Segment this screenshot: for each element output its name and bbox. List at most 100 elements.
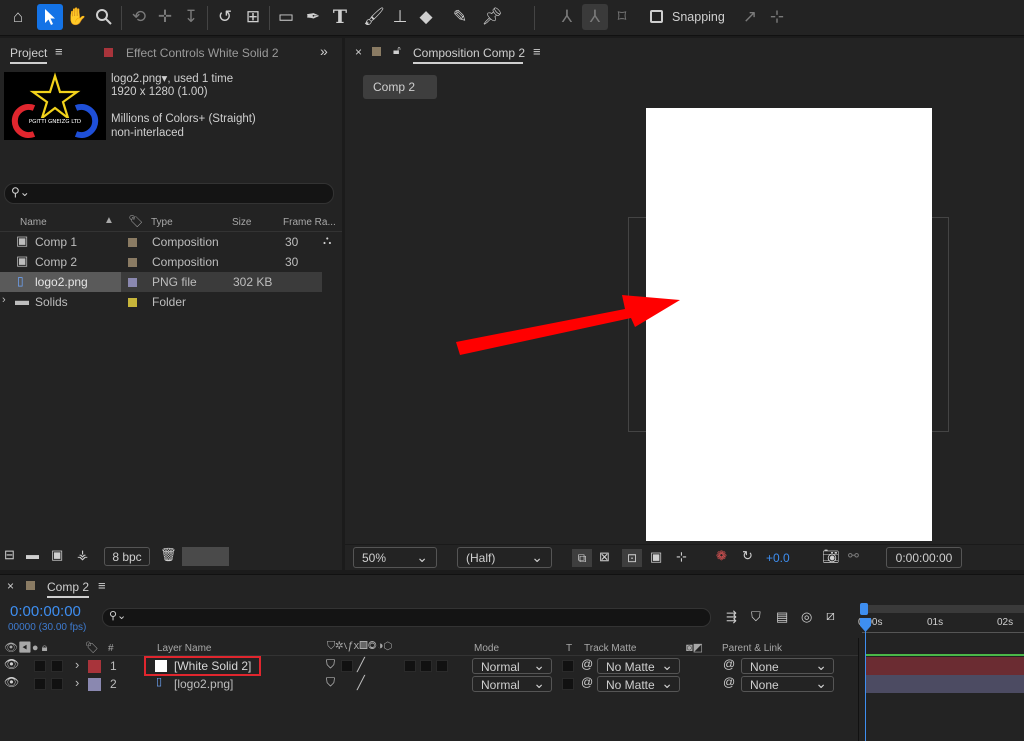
region-of-interest-icon[interactable]: ▣ — [650, 550, 662, 563]
layer-name[interactable]: [logo2.png] — [174, 677, 233, 691]
disclosure-chevron-icon[interactable]: › — [75, 657, 79, 672]
snap-expand-icon[interactable]: ↗ — [737, 4, 763, 30]
project-search-input[interactable]: ⚲⌄ — [4, 183, 334, 204]
work-area-bar[interactable] — [862, 605, 1024, 613]
timeline-search-input[interactable]: ⚲⌄ — [102, 608, 711, 627]
snapping-checkbox[interactable] — [650, 10, 663, 23]
column-type[interactable]: Type — [151, 217, 173, 228]
layer-label-swatch[interactable] — [88, 678, 101, 691]
collapse-switch[interactable] — [341, 660, 353, 672]
header-t[interactable]: T — [566, 643, 572, 654]
tab-timeline-comp[interactable]: Comp 2 — [47, 580, 89, 594]
parent-dropdown[interactable]: None ⌄ — [741, 675, 834, 692]
axis-view-icon[interactable]: ⌑ — [609, 4, 635, 30]
3d-layer-switch[interactable] — [436, 660, 448, 672]
pen-icon[interactable]: ✒ — [300, 4, 326, 30]
current-timecode[interactable]: 0:00:00:00 — [10, 603, 81, 620]
track-matte-dropdown[interactable]: No Matte ⌄ — [597, 675, 680, 692]
header-number[interactable]: # — [108, 643, 114, 654]
header-track-matte[interactable]: Track Matte — [584, 643, 636, 654]
lock-icon[interactable]: 🔓︎ — [393, 44, 401, 56]
dolly-camera-icon[interactable]: ↧ — [178, 4, 204, 30]
work-area-start-handle[interactable] — [860, 603, 868, 615]
eye-icon[interactable]: 👁︎ — [4, 676, 19, 688]
frame-blending-icon[interactable]: ▤ — [776, 610, 788, 623]
panel-menu-icon[interactable]: ≡ — [533, 45, 541, 58]
layer-mode-dropdown[interactable]: Normal ⌄ — [472, 675, 552, 692]
clone-stamp-icon[interactable]: ⊥ — [387, 4, 413, 30]
preserve-transparency-toggle[interactable] — [562, 660, 574, 672]
grid-guides-icon[interactable]: ⊹ — [676, 550, 687, 563]
layer-row-1[interactable]: 👁︎ › 1 [White Solid 2] ⛉ ╱ Normal ⌄ @ No … — [0, 656, 858, 676]
eraser-icon[interactable]: ◆ — [413, 4, 439, 30]
home-icon[interactable]: ⌂ — [5, 4, 31, 30]
column-name[interactable]: Name — [20, 217, 47, 228]
eye-icon[interactable]: 👁︎ — [4, 658, 19, 670]
motion-blur-icon[interactable]: ◎ — [801, 610, 812, 623]
preserve-transparency-toggle[interactable] — [562, 678, 574, 690]
hand-icon[interactable]: ✋ — [64, 4, 90, 30]
tab-project[interactable]: Project — [10, 46, 47, 60]
header-layer-name[interactable]: Layer Name — [157, 643, 211, 654]
lock-toggle[interactable] — [51, 678, 63, 690]
text-icon[interactable]: T — [327, 4, 353, 30]
new-composition-icon[interactable]: ▣ — [51, 548, 63, 561]
snapshot-camera-icon[interactable]: 📷︎ — [822, 549, 840, 563]
show-snapshot-icon[interactable]: ⚯ — [848, 549, 859, 562]
layer-label-swatch[interactable] — [88, 660, 101, 673]
comp-breadcrumb-button[interactable]: Comp 2 — [363, 75, 437, 99]
label-tag-icon[interactable]: 🏷︎ — [128, 214, 143, 228]
tab-effect-controls[interactable]: Effect Controls White Solid 2 — [126, 46, 279, 60]
resolution-dropdown[interactable]: (Half) ⌄ — [457, 547, 552, 568]
adjust-settings-icon[interactable]: ⚶ — [77, 548, 88, 561]
anchor-point-icon[interactable]: ⊞ — [240, 4, 266, 30]
quality-switch-icon[interactable]: ╱ — [357, 657, 365, 673]
project-item-solids[interactable]: › ▬ Solids Folder — [0, 292, 322, 312]
interpret-footage-icon[interactable]: ⊟ — [4, 548, 15, 561]
layer-name[interactable]: [White Solid 2] — [174, 659, 251, 673]
viewer-timecode[interactable]: 0:00:00:00 — [886, 547, 962, 568]
transparency-grid-icon[interactable]: ⊠ — [599, 550, 610, 563]
project-item-comp-2[interactable]: ▣ Comp 2 Composition 30 — [0, 252, 322, 272]
tab-composition[interactable]: Composition Comp 2 — [413, 46, 525, 60]
column-size[interactable]: Size — [232, 217, 251, 228]
new-folder-icon[interactable]: ▬ — [26, 548, 39, 561]
shy-switch-icon[interactable]: ⛉ — [326, 658, 335, 670]
selection-arrow-icon[interactable] — [37, 4, 63, 30]
parent-pickwhip-icon[interactable]: @ — [723, 658, 735, 670]
solo-toggle[interactable] — [34, 660, 46, 672]
layer-1-duration-bar[interactable] — [866, 657, 1024, 675]
close-tab-icon[interactable]: × — [355, 46, 362, 58]
matte-pickwhip-icon[interactable]: @ — [581, 676, 593, 688]
orbit-camera-icon[interactable]: ⟲ — [126, 4, 152, 30]
exposure-value[interactable]: +0.0 — [766, 551, 790, 565]
header-mode[interactable]: Mode — [474, 643, 499, 654]
panel-menu-icon[interactable]: ≡ — [55, 45, 63, 58]
parent-dropdown[interactable]: None ⌄ — [741, 657, 834, 674]
zoom-dropdown[interactable]: 50% ⌄ — [353, 547, 437, 568]
close-tab-icon[interactable]: × — [7, 580, 14, 592]
shy-layers-icon[interactable]: ⛉ — [751, 610, 761, 623]
zoom-icon[interactable] — [91, 4, 117, 30]
parent-pickwhip-icon[interactable]: @ — [723, 676, 735, 688]
project-item-logo2[interactable]: ▯ logo2.png PNG file 302 KB — [0, 272, 322, 292]
layer-row-2[interactable]: 👁︎ › 2 ▯ [logo2.png] ⛉ ╱ Normal ⌄ @ No Ma… — [0, 675, 858, 693]
axis-local-icon[interactable]: ⅄ — [554, 4, 580, 30]
lock-toggle[interactable] — [51, 660, 63, 672]
sort-arrow-icon[interactable]: ▲ — [104, 215, 114, 226]
motion-blur-switch[interactable] — [404, 660, 416, 672]
fast-preview-icon[interactable]: ⧉ — [572, 549, 592, 567]
snap-grid-icon[interactable]: ⊹ — [764, 4, 790, 30]
reset-exposure-icon[interactable]: ↻ — [742, 549, 753, 562]
matte-pickwhip-icon[interactable]: @ — [581, 658, 593, 670]
panel-overflow-icon[interactable]: » — [320, 44, 328, 58]
column-frame-rate[interactable]: Frame Ra... — [283, 217, 336, 228]
shy-switch-icon[interactable]: ⛉ — [326, 676, 335, 688]
graph-editor-icon[interactable]: ⧄ — [826, 608, 835, 622]
roto-brush-icon[interactable]: ✎ — [447, 4, 473, 30]
puppet-pin-icon[interactable]: 📌︎ — [479, 4, 505, 30]
adjustment-switch[interactable] — [420, 660, 432, 672]
rectangle-icon[interactable]: ▭ — [273, 4, 299, 30]
axis-world-icon[interactable]: ⅄ — [582, 4, 608, 30]
project-item-comp-1[interactable]: ▣ Comp 1 Composition 30 — [0, 232, 322, 252]
